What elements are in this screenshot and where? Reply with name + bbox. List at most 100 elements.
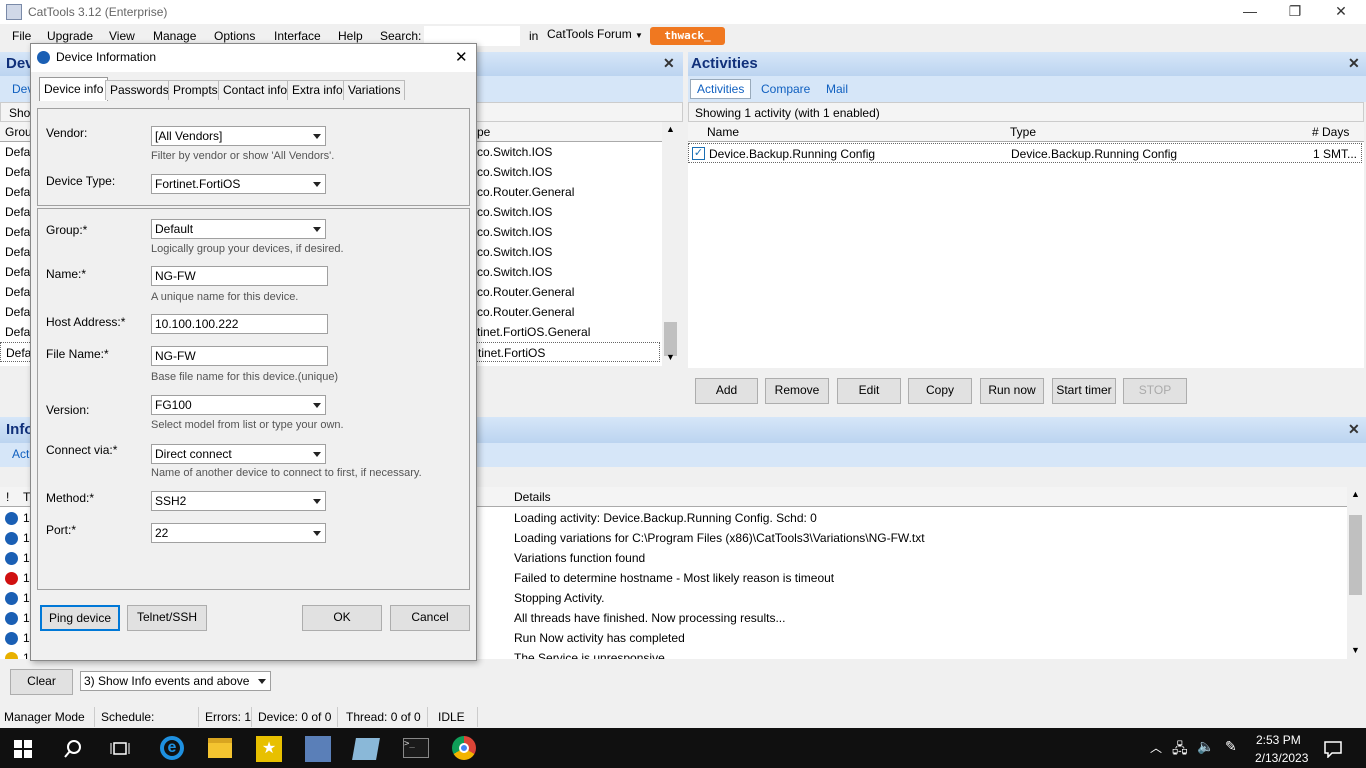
- activity-row[interactable]: ✓ Device.Backup.Running Config Device.Ba…: [688, 143, 1362, 163]
- tab-activities[interactable]: Activities: [690, 79, 752, 99]
- version-hint: Select model from list or type your own.: [151, 419, 344, 431]
- version-select[interactable]: FG100: [151, 395, 326, 415]
- task-view-icon[interactable]: [110, 740, 130, 758]
- info-icon: [5, 512, 18, 525]
- vendor-select[interactable]: [All Vendors]: [151, 126, 326, 146]
- scroll-up-icon[interactable]: ▲: [1351, 489, 1360, 499]
- col-name[interactable]: Name: [707, 125, 739, 139]
- error-icon: [5, 572, 18, 585]
- tab-mail[interactable]: Mail: [826, 82, 848, 96]
- chevron-down-icon: [313, 182, 321, 187]
- minimize-button[interactable]: —: [1227, 0, 1273, 24]
- close-button[interactable]: ✕: [1318, 0, 1364, 24]
- scroll-down-icon[interactable]: ▼: [666, 352, 675, 362]
- host-address-field[interactable]: 10.100.100.222: [151, 314, 328, 334]
- device-type: co.Switch.IOS: [477, 165, 553, 179]
- version-label: Version:: [46, 403, 90, 417]
- chrome-icon[interactable]: [452, 736, 476, 760]
- activities-close-icon[interactable]: ✕: [1348, 55, 1360, 72]
- device-type-select[interactable]: Fortinet.FortiOS: [151, 174, 326, 194]
- col-severity[interactable]: !: [6, 490, 9, 504]
- menu-help[interactable]: Help: [338, 29, 363, 43]
- stop-button[interactable]: STOP: [1123, 378, 1187, 404]
- ok-button[interactable]: OK: [302, 605, 382, 631]
- col-days[interactable]: Days: [1322, 125, 1349, 139]
- cancel-button[interactable]: Cancel: [390, 605, 470, 631]
- activities-title: Activities: [691, 55, 758, 72]
- menu-view[interactable]: View: [109, 29, 135, 43]
- col-group[interactable]: Grou: [5, 125, 32, 139]
- cattools-icon[interactable]: ★: [256, 736, 282, 762]
- search-label: Search:: [380, 29, 422, 43]
- tab-activity-log[interactable]: Act: [12, 447, 29, 461]
- col-activity-type[interactable]: Type: [1010, 125, 1036, 139]
- name-field[interactable]: NG-FW: [151, 266, 328, 286]
- port-select[interactable]: 22: [151, 523, 326, 543]
- scroll-up-icon[interactable]: ▲: [666, 124, 675, 134]
- ping-device-button[interactable]: Ping device: [40, 605, 120, 631]
- enabled-checkbox[interactable]: ✓: [692, 147, 705, 160]
- tab-variations[interactable]: Variations: [343, 80, 406, 100]
- menu-manage[interactable]: Manage: [153, 29, 196, 43]
- tab-device-info[interactable]: Device info: [39, 77, 109, 101]
- connect-via-select[interactable]: Direct connect: [151, 444, 326, 464]
- speaker-muted-icon[interactable]: 🔈: [1197, 738, 1214, 755]
- col-details[interactable]: Details: [514, 490, 551, 504]
- edit-button[interactable]: Edit: [837, 378, 901, 404]
- clock-time[interactable]: 2:53 PM: [1256, 733, 1301, 747]
- menu-interface[interactable]: Interface: [274, 29, 321, 43]
- devices-scroll-thumb[interactable]: [664, 322, 677, 356]
- tab-contact-info[interactable]: Contact info: [218, 80, 293, 100]
- info-scrollbar[interactable]: ▲ ▼: [1347, 487, 1364, 659]
- telnet-ssh-button[interactable]: Telnet/SSH: [127, 605, 207, 631]
- terminal-icon[interactable]: >_: [403, 738, 429, 758]
- method-select[interactable]: SSH2: [151, 491, 326, 511]
- file-explorer-icon[interactable]: [208, 738, 232, 758]
- pen-icon[interactable]: ✎: [1225, 738, 1237, 755]
- in-label: in: [529, 29, 539, 43]
- col-number[interactable]: #: [1312, 125, 1319, 139]
- menu-upgrade[interactable]: Upgrade: [47, 29, 93, 43]
- tab-passwords[interactable]: Passwords: [105, 80, 174, 100]
- tab-extra-info[interactable]: Extra info: [287, 80, 348, 100]
- network-icon[interactable]: 🖧: [1172, 738, 1188, 762]
- search-scope-dropdown[interactable]: CatTools Forum ▼: [547, 27, 643, 45]
- remove-button[interactable]: Remove: [765, 378, 829, 404]
- info-close-icon[interactable]: ✕: [1348, 421, 1360, 438]
- copy-button[interactable]: Copy: [908, 378, 972, 404]
- dialog-close-icon[interactable]: ✕: [455, 48, 468, 66]
- add-button[interactable]: Add: [695, 378, 758, 404]
- notepad-icon[interactable]: [352, 738, 380, 760]
- run-now-button[interactable]: Run now: [980, 378, 1044, 404]
- connect-via-label: Connect via:*: [46, 443, 118, 457]
- search-icon[interactable]: [63, 739, 83, 759]
- edge-browser-icon[interactable]: e: [160, 736, 184, 760]
- menu-options[interactable]: Options: [214, 29, 255, 43]
- windows-start-icon[interactable]: [14, 740, 32, 758]
- devices-close-icon[interactable]: ✕: [663, 55, 675, 72]
- event-details: All threads have finished. Now processin…: [514, 611, 786, 625]
- info-icon: [5, 592, 18, 605]
- network-manager-icon[interactable]: [305, 736, 331, 762]
- tab-prompts[interactable]: Prompts: [168, 80, 223, 100]
- devices-scrollbar[interactable]: ▲ ▼: [662, 122, 679, 366]
- file-name-field[interactable]: NG-FW: [151, 346, 328, 366]
- clock-date[interactable]: 2/13/2023: [1255, 751, 1308, 765]
- event-filter-select[interactable]: 3) Show Info events and above: [80, 671, 271, 691]
- restore-button[interactable]: ❐: [1272, 0, 1318, 24]
- scroll-down-icon[interactable]: ▼: [1351, 645, 1360, 655]
- warning-icon: [5, 652, 18, 659]
- group-select[interactable]: Default: [151, 219, 326, 239]
- clear-button[interactable]: Clear: [10, 669, 73, 695]
- start-timer-button[interactable]: Start timer: [1052, 378, 1116, 404]
- notification-icon[interactable]: [1324, 740, 1342, 758]
- col-type[interactable]: pe: [477, 125, 490, 139]
- chevron-up-icon[interactable]: ︿: [1150, 739, 1162, 756]
- device-type: co.Switch.IOS: [477, 225, 553, 239]
- method-value: SSH2: [155, 494, 187, 508]
- tab-compare[interactable]: Compare: [761, 82, 810, 96]
- info-scroll-thumb[interactable]: [1349, 515, 1362, 595]
- menu-file[interactable]: File: [12, 29, 31, 43]
- thwack-button[interactable]: thwack_: [650, 27, 725, 45]
- activity-number: 1: [1313, 147, 1320, 161]
